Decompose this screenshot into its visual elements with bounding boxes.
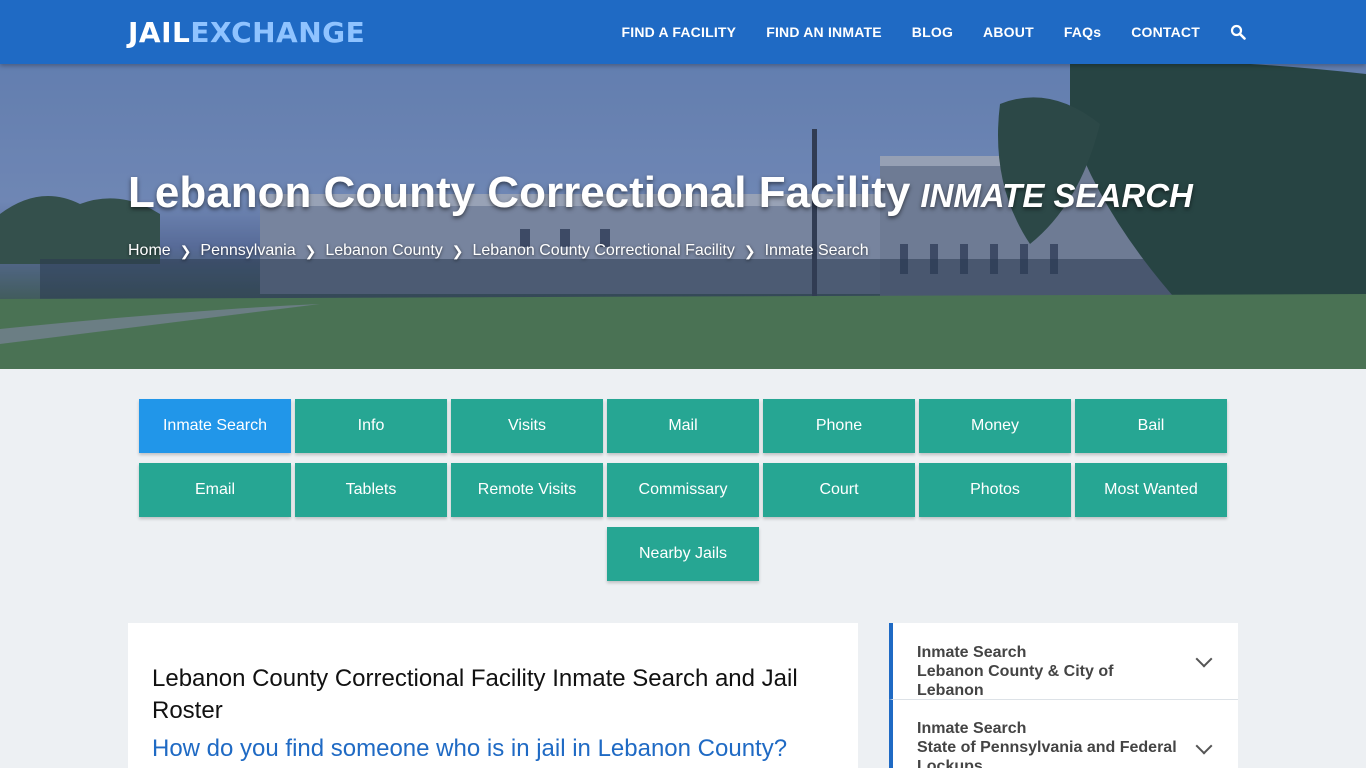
tab-info[interactable]: Info	[295, 399, 447, 453]
nav-faqs[interactable]: FAQs	[1064, 24, 1101, 40]
chevron-down-icon	[1195, 650, 1213, 668]
logo-text-jail: JAIL	[128, 16, 191, 49]
chevron-right-icon: ❯	[304, 242, 317, 259]
tab-money[interactable]: Money	[919, 399, 1071, 453]
tab-tablets[interactable]: Tablets	[295, 463, 447, 517]
top-navbar: JAILEXCHANGE FIND A FACILITY FIND AN INM…	[0, 0, 1366, 64]
nav-find-facility[interactable]: FIND A FACILITY	[621, 24, 736, 40]
logo-text-exchange: EXCHANGE	[190, 16, 366, 49]
page-title-text: Lebanon County Correctional Facility	[128, 168, 911, 217]
breadcrumb: Home ❯ Pennsylvania ❯ Lebanon County ❯ L…	[128, 242, 869, 260]
chevron-right-icon: ❯	[451, 242, 464, 259]
chevron-right-icon: ❯	[179, 242, 192, 259]
chevron-right-icon: ❯	[743, 242, 756, 259]
site-logo[interactable]: JAILEXCHANGE	[128, 16, 365, 49]
breadcrumb-home[interactable]: Home	[128, 242, 171, 260]
breadcrumb-current: Inmate Search	[764, 242, 869, 259]
breadcrumb-facility[interactable]: Lebanon County Correctional Facility	[473, 242, 735, 260]
sidebar-item-label: Inmate Search Lebanon County & City of L…	[917, 644, 1114, 699]
sidebar-item-state-search[interactable]: Inmate Search State of Pennsylvania and …	[889, 700, 1238, 768]
tab-phone[interactable]: Phone	[763, 399, 915, 453]
tab-inmate-search[interactable]: Inmate Search	[139, 399, 291, 453]
tab-bail[interactable]: Bail	[1075, 399, 1227, 453]
page-title: Lebanon County Correctional Facility INMA…	[128, 168, 1193, 218]
nav-about[interactable]: ABOUT	[983, 24, 1034, 40]
tab-most-wanted[interactable]: Most Wanted	[1075, 463, 1227, 517]
breadcrumb-county[interactable]: Lebanon County	[325, 242, 442, 260]
main-nav: FIND A FACILITY FIND AN INMATE BLOG ABOU…	[591, 0, 1246, 64]
tab-email[interactable]: Email	[139, 463, 291, 517]
sidebar-item-county-search[interactable]: Inmate Search Lebanon County & City of L…	[889, 623, 1238, 700]
chevron-down-icon	[1195, 737, 1213, 755]
nav-blog[interactable]: BLOG	[912, 24, 953, 40]
tab-commissary[interactable]: Commissary	[607, 463, 759, 517]
tab-nearby-jails[interactable]: Nearby Jails	[607, 527, 759, 581]
search-icon[interactable]	[1230, 24, 1246, 40]
sidebar-item-label: Inmate Search State of Pennsylvania and …	[917, 720, 1177, 768]
nav-contact[interactable]: CONTACT	[1131, 24, 1200, 40]
tab-court[interactable]: Court	[763, 463, 915, 517]
tab-photos[interactable]: Photos	[919, 463, 1071, 517]
content-heading: Lebanon County Correctional Facility Inm…	[152, 665, 798, 724]
nav-find-inmate[interactable]: FIND AN INMATE	[766, 24, 882, 40]
tab-mail[interactable]: Mail	[607, 399, 759, 453]
tab-visits[interactable]: Visits	[451, 399, 603, 453]
main-content-card: Lebanon County Correctional Facility Inm…	[128, 623, 858, 768]
content-question-heading: How do you find someone who is in jail i…	[152, 735, 788, 762]
tab-remote-visits[interactable]: Remote Visits	[451, 463, 603, 517]
page-subtitle: INMATE SEARCH	[920, 177, 1193, 214]
hero-banner: Lebanon County Correctional Facility INMA…	[0, 64, 1366, 369]
breadcrumb-state[interactable]: Pennsylvania	[200, 242, 295, 260]
